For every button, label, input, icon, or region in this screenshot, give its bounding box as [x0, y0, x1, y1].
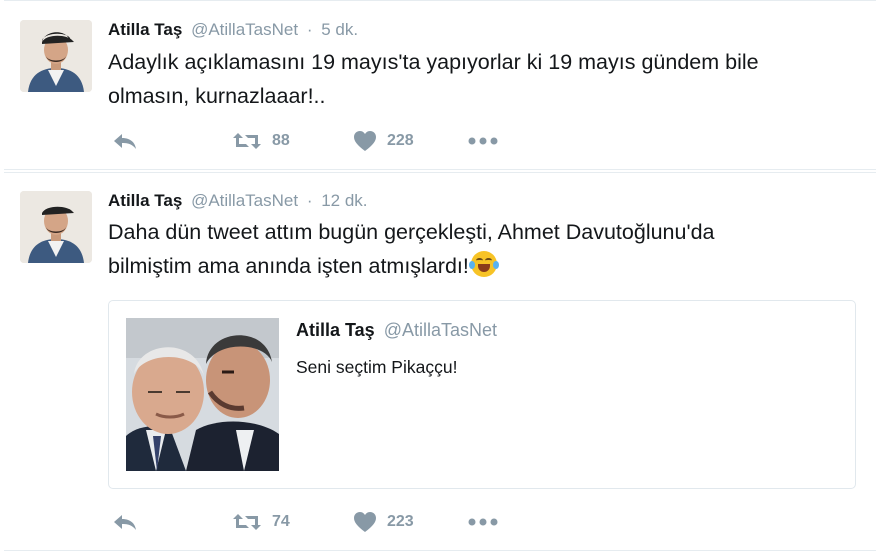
more-dots-icon: [468, 518, 498, 526]
quoted-tweet[interactable]: Atilla Taş @AtillaTasNet Seni seçtim Pik…: [108, 300, 856, 489]
retweet-icon: [233, 514, 261, 530]
reply-icon: [114, 515, 136, 530]
quoted-tweet-text: Seni seçtim Pikaççu!: [296, 357, 458, 377]
reply-button[interactable]: [112, 129, 138, 153]
separator-dot: ·: [306, 191, 313, 210]
like-count: 223: [387, 513, 414, 530]
avatar-photo: [20, 191, 92, 263]
more-button[interactable]: [468, 129, 498, 153]
tweet-text-line: bilmiştim ama anında işten atmışlardı!: [108, 254, 469, 278]
tweet-timestamp[interactable]: 5 dk.: [321, 20, 358, 39]
retweet-count: 88: [272, 132, 290, 149]
separator-dot: ·: [306, 20, 313, 39]
quoted-author-name[interactable]: Atilla Taş: [296, 320, 375, 340]
more-button[interactable]: [468, 510, 498, 534]
retweet-button[interactable]: 88: [232, 129, 290, 153]
author-handle[interactable]: @AtillaTasNet: [191, 191, 298, 210]
heart-icon: [354, 131, 376, 151]
tweet-header: Atilla Taş @AtillaTasNet · 5 dk.: [108, 19, 358, 41]
photo-image: [126, 318, 279, 471]
tweet-text-line: olmasın, kurnazlaaar!..: [108, 84, 326, 108]
quoted-tweet-header: Atilla Taş @AtillaTasNet: [296, 320, 497, 341]
tears-of-joy-emoji-icon: [468, 251, 499, 277]
tweet-text-line: Adaylık açıklamasını 19 mayıs'ta yapıyor…: [108, 50, 759, 74]
tweet-timestamp[interactable]: 12 dk.: [321, 191, 367, 210]
quoted-tweet-image[interactable]: [126, 318, 279, 471]
heart-icon: [354, 512, 376, 532]
tweet-text: Adaylık açıklamasını 19 mayıs'ta yapıyor…: [108, 45, 848, 113]
like-count: 228: [387, 132, 414, 149]
tweet-item[interactable]: Atilla Taş @AtillaTasNet · 5 dk. Adaylık…: [4, 0, 876, 170]
reply-button[interactable]: [112, 510, 138, 534]
tweet-actions: 74 223: [108, 510, 528, 534]
like-button[interactable]: 228: [353, 129, 414, 153]
tweet-header: Atilla Taş @AtillaTasNet · 12 dk.: [108, 190, 368, 212]
tweet-text-line: Daha dün tweet attım bugün gerçekleşti, …: [108, 220, 715, 244]
quoted-author-handle[interactable]: @AtillaTasNet: [384, 320, 497, 340]
author-name[interactable]: Atilla Taş: [108, 20, 182, 39]
more-dots-icon: [468, 137, 498, 145]
tweet-text: Daha dün tweet attım bugün gerçekleşti, …: [108, 215, 848, 283]
retweet-icon: [233, 133, 261, 149]
reply-icon: [114, 134, 136, 149]
retweet-button[interactable]: 74: [232, 510, 290, 534]
retweet-count: 74: [272, 513, 290, 530]
tweet-actions: 88 228: [108, 129, 528, 153]
avatar[interactable]: [20, 20, 92, 92]
like-button[interactable]: 223: [353, 510, 414, 534]
author-handle[interactable]: @AtillaTasNet: [191, 20, 298, 39]
avatar-photo: [20, 20, 92, 92]
avatar[interactable]: [20, 191, 92, 263]
author-name[interactable]: Atilla Taş: [108, 191, 182, 210]
tweet-item[interactable]: Atilla Taş @AtillaTasNet · 12 dk. Daha d…: [4, 172, 876, 551]
